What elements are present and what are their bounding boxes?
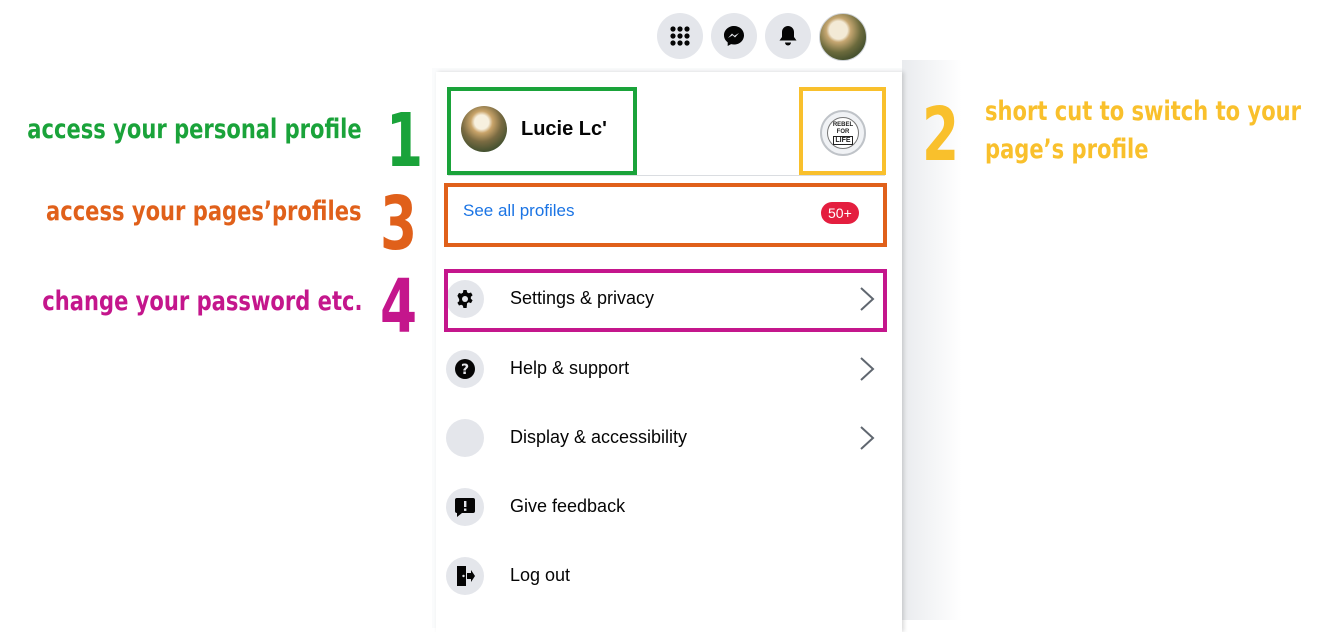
menu-item-help-support[interactable]: ? Help & support bbox=[446, 344, 886, 394]
annotation-2-text-line2: page’s profile bbox=[985, 134, 1149, 165]
notifications-button[interactable] bbox=[765, 13, 811, 59]
annotation-3-text: access your pages’profiles bbox=[46, 196, 362, 227]
annotation-2-number: 2 bbox=[922, 92, 960, 178]
messenger-button[interactable] bbox=[711, 13, 757, 59]
grid-menu-icon bbox=[670, 26, 690, 46]
menu-item-label: Help & support bbox=[510, 358, 630, 378]
annotation-4-number: 4 bbox=[380, 264, 418, 350]
menu-button[interactable] bbox=[657, 13, 703, 59]
menu-item-give-feedback[interactable]: Give feedback bbox=[446, 482, 886, 532]
menu-item-label: Log out bbox=[510, 565, 571, 585]
annotation-4-text: change your password etc. bbox=[41, 286, 362, 317]
annotation-box-4 bbox=[444, 269, 887, 332]
moon-icon bbox=[446, 419, 484, 457]
annotation-box-3 bbox=[444, 183, 887, 247]
annotation-box-2 bbox=[799, 87, 886, 175]
question-icon: ? bbox=[446, 350, 484, 388]
annotation-1-number: 1 bbox=[386, 98, 424, 184]
divider bbox=[448, 175, 885, 176]
chevron-right-icon bbox=[860, 357, 875, 381]
annotation-box-1 bbox=[447, 87, 637, 175]
menu-item-label: Give feedback bbox=[510, 496, 626, 516]
feedback-icon bbox=[446, 488, 484, 526]
menu-item-log-out[interactable]: Log out bbox=[446, 551, 886, 601]
bell-icon bbox=[779, 26, 797, 46]
annotation-1-text: access your personal profile bbox=[27, 114, 362, 145]
logout-icon bbox=[446, 557, 484, 595]
menu-item-label: Display & accessibility bbox=[510, 427, 688, 447]
menu-item-display-accessibility[interactable]: Display & accessibility bbox=[446, 413, 886, 463]
annotation-2-text-line1: short cut to switch to your bbox=[985, 96, 1302, 127]
top-bar bbox=[657, 13, 867, 61]
account-avatar-button[interactable] bbox=[819, 13, 867, 61]
chevron-right-icon bbox=[860, 426, 875, 450]
messenger-icon bbox=[724, 26, 744, 46]
svg-text:?: ? bbox=[461, 362, 469, 378]
annotation-3-number: 3 bbox=[380, 181, 418, 267]
